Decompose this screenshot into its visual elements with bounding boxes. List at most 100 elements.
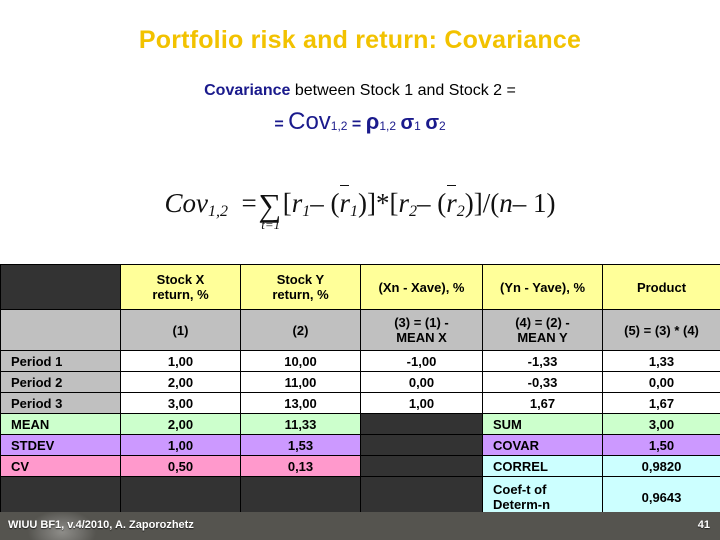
row-label-mean: MEAN bbox=[0, 413, 121, 435]
equation-lhs-subscript: 1,2 bbox=[207, 203, 228, 220]
subheader-col-3-line1: (3) = (1) - bbox=[394, 315, 449, 330]
stdev-stock-y: 1,53 bbox=[240, 434, 361, 456]
header-corner-cell bbox=[0, 264, 121, 310]
formula-equals-1: = bbox=[274, 116, 289, 133]
period-2-stock-x: 2,00 bbox=[120, 371, 241, 393]
period-1-x-deviation: -1,00 bbox=[360, 350, 483, 372]
period-1-stock-y: 10,00 bbox=[240, 350, 361, 372]
row-label-period-2: Period 2 bbox=[0, 371, 121, 393]
row-label-period-1: Period 1 bbox=[0, 350, 121, 372]
footer-credit: WIUU BF1, v.4/2010, A. Zaporozhetz bbox=[8, 519, 194, 531]
formula-rho-subscript: 1,2 bbox=[379, 119, 397, 133]
equation-r2: r bbox=[398, 188, 409, 218]
page-title: Portfolio risk and return: Covariance bbox=[138, 26, 582, 54]
equation-r2bar-subscript: 2 bbox=[456, 203, 465, 220]
formula-sigma1-symbol: σ bbox=[400, 112, 415, 134]
stdev-x-deviation-empty bbox=[360, 434, 483, 456]
header-stock-x-line2: return, % bbox=[152, 287, 209, 302]
header-stock-y: Stock Y return, % bbox=[240, 264, 361, 310]
cv-stock-x: 0,50 bbox=[120, 455, 241, 477]
formula-cov-subscript: 1,2 bbox=[330, 119, 348, 133]
row-label-cv: CV bbox=[0, 455, 121, 477]
coef-determination-line1: Coef-t of bbox=[493, 482, 547, 497]
overbar-1 bbox=[340, 185, 350, 186]
table-row: Period 1 1,00 10,00 -1,00 -1,33 1,33 bbox=[0, 350, 720, 372]
period-2-x-deviation: 0,00 bbox=[360, 371, 483, 393]
formula-equals-2: = bbox=[347, 116, 366, 133]
equation-minus-1: – ( bbox=[310, 188, 340, 218]
period-2-product: 0,00 bbox=[602, 371, 720, 393]
subheader-col-5: (5) = (3) * (4) bbox=[602, 309, 720, 351]
subtitle-line-1: Covariance between Stock 1 and Stock 2 = bbox=[0, 80, 720, 102]
equation-open-bracket-1: [ bbox=[282, 188, 292, 218]
subheader-col-3-line2: MEAN X bbox=[396, 330, 447, 345]
period-2-stock-y: 11,00 bbox=[240, 371, 361, 393]
stat-label-correl: CORREL bbox=[482, 455, 603, 477]
subheader-col-4-line1: (4) = (2) - bbox=[515, 315, 570, 330]
overbar-2 bbox=[447, 185, 457, 186]
period-3-stock-x: 3,00 bbox=[120, 392, 241, 414]
equation-r1bar-subscript: 1 bbox=[350, 203, 358, 220]
formula-sigma1-subscript: 1 bbox=[414, 119, 421, 133]
covariance-equation: Cov1,2 = ∑ t=1 [r1– (r1)]*[r2– (r2)]/(n– 1) bbox=[0, 185, 720, 231]
subheader-col-3: (3) = (1) - MEAN X bbox=[360, 309, 483, 351]
covariance-calculation-table: Stock X return, % Stock Y return, % (Xn … bbox=[0, 264, 720, 518]
row-label-period-3: Period 3 bbox=[0, 392, 121, 414]
equation-divide: /( bbox=[482, 188, 500, 218]
cv-stock-y: 0,13 bbox=[240, 455, 361, 477]
summation-symbol: ∑ t=1 bbox=[257, 187, 283, 231]
row-label-stdev: STDEV bbox=[0, 434, 121, 456]
header-stock-x-line1: Stock X bbox=[156, 272, 205, 287]
stat-label-covar: COVAR bbox=[482, 434, 603, 456]
equation-r2bar: r bbox=[446, 188, 457, 218]
formula-sigma2-symbol: σ bbox=[425, 112, 439, 134]
period-3-x-deviation: 1,00 bbox=[360, 392, 483, 414]
stat-value-sum: 3,00 bbox=[602, 413, 720, 435]
equation-minus-2: – ( bbox=[417, 188, 447, 218]
stat-label-sum: SUM bbox=[482, 413, 603, 435]
subtitle-line-1-rest: between Stock 1 and Stock 2 = bbox=[290, 82, 516, 99]
table-row-mean: MEAN 2,00 11,33 SUM 3,00 bbox=[0, 413, 720, 435]
equation-times: * bbox=[375, 188, 390, 218]
subheader-col-2: (2) bbox=[240, 309, 361, 351]
table-header-row: Stock X return, % Stock Y return, % (Xn … bbox=[0, 264, 720, 310]
sigma-glyph: ∑ bbox=[258, 187, 282, 223]
equation-close-2: )] bbox=[464, 188, 483, 218]
period-1-stock-x: 1,00 bbox=[120, 350, 241, 372]
mean-stock-x: 2,00 bbox=[120, 413, 241, 435]
footer-page-number: 41 bbox=[697, 519, 710, 531]
table-row: Period 2 2,00 11,00 0,00 -0,33 0,00 bbox=[0, 371, 720, 393]
header-stock-y-line2: return, % bbox=[272, 287, 329, 302]
equation-r1bar: r bbox=[339, 188, 350, 218]
formula-rho-symbol: ρ bbox=[365, 109, 380, 134]
equation-r2-mean: r bbox=[446, 185, 457, 218]
subheader-col-4-line2: MEAN Y bbox=[517, 330, 568, 345]
subheader-col-4: (4) = (2) - MEAN Y bbox=[482, 309, 603, 351]
subtitle-keyword: Covariance bbox=[204, 82, 291, 99]
period-1-y-deviation: -1,33 bbox=[482, 350, 603, 372]
slide-footer-bar: WIUU BF1, v.4/2010, A. Zaporozhetz 41 bbox=[0, 512, 720, 540]
mean-stock-y: 11,33 bbox=[240, 413, 361, 435]
period-3-stock-y: 13,00 bbox=[240, 392, 361, 414]
equation-close-1: )] bbox=[358, 188, 376, 218]
sigma-lower-limit: t=1 bbox=[261, 217, 281, 232]
table-row-cv: CV 0,50 0,13 CORREL 0,9820 bbox=[0, 455, 720, 477]
header-stock-x: Stock X return, % bbox=[120, 264, 241, 310]
subtitle-block: Covariance between Stock 1 and Stock 2 =… bbox=[0, 80, 720, 138]
formula-cov-label: Cov bbox=[288, 108, 331, 135]
header-x-deviation: (Xn - Xave), % bbox=[360, 264, 483, 310]
table-subheader-row: (1) (2) (3) = (1) - MEAN X (4) = (2) - M… bbox=[0, 309, 720, 351]
stat-value-correl: 0,9820 bbox=[602, 455, 720, 477]
equation-minus-one: – 1) bbox=[512, 188, 556, 218]
subheader-col-1: (1) bbox=[120, 309, 241, 351]
header-y-deviation: (Yn - Yave), % bbox=[482, 264, 603, 310]
period-3-product: 1,67 bbox=[602, 392, 720, 414]
equation-n: n bbox=[499, 188, 513, 218]
equation-lhs: Cov bbox=[164, 188, 208, 218]
equation-equals: = bbox=[241, 188, 257, 218]
header-product: Product bbox=[602, 264, 720, 310]
equation-r1-mean: r bbox=[339, 185, 350, 218]
subheader-corner-cell bbox=[0, 309, 121, 351]
cv-x-deviation-empty bbox=[360, 455, 483, 477]
coef-determination-line2: Determ-n bbox=[493, 497, 551, 512]
